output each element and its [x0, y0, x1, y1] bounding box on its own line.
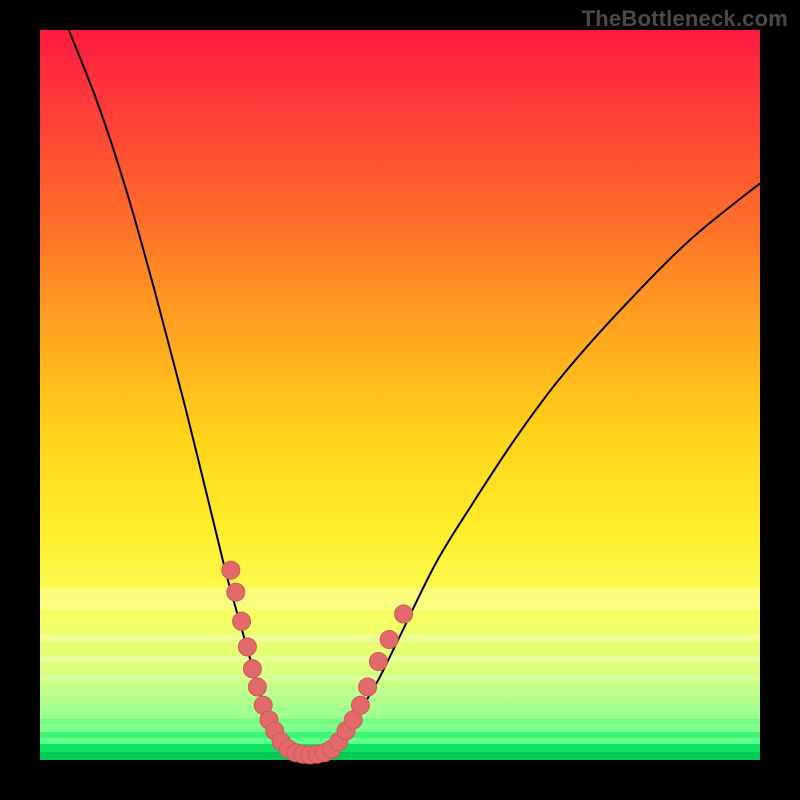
curve-left: [69, 30, 292, 753]
series-group: [69, 30, 760, 757]
data-marker: [227, 583, 245, 601]
curve-right: [328, 183, 760, 752]
data-marker: [380, 631, 398, 649]
watermark-label: TheBottleneck.com: [582, 6, 788, 32]
chart-svg: [40, 30, 760, 760]
data-marker: [233, 612, 251, 630]
data-marker: [222, 561, 240, 579]
data-marker: [359, 678, 377, 696]
data-marker: [238, 638, 256, 656]
data-marker: [351, 696, 369, 714]
data-marker: [248, 678, 266, 696]
data-marker: [369, 653, 387, 671]
chart-frame: TheBottleneck.com: [0, 0, 800, 800]
data-marker: [243, 660, 261, 678]
data-marker: [395, 605, 413, 623]
markers-group: [222, 561, 413, 764]
